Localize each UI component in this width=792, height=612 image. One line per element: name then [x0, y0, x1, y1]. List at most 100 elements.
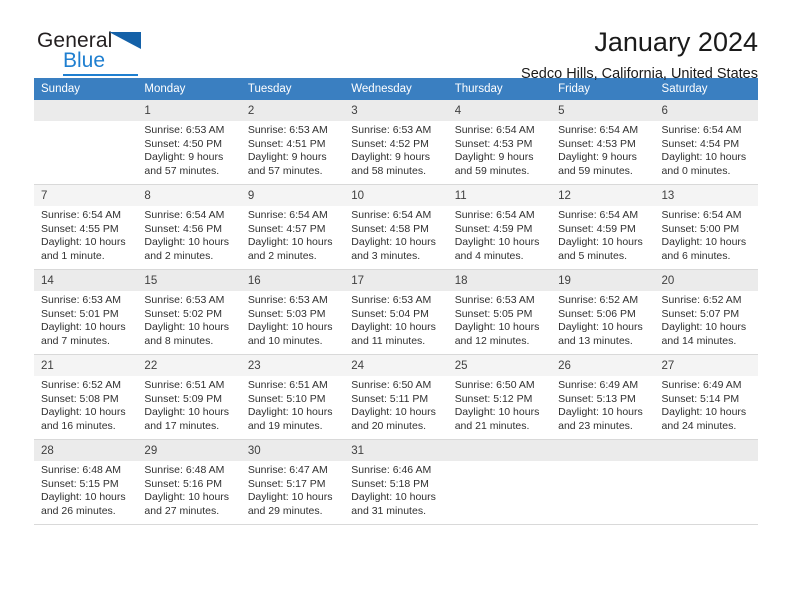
- sunset-text: Sunset: 5:13 PM: [558, 392, 636, 405]
- sunset-text: Sunset: 4:53 PM: [454, 137, 533, 150]
- day-details: Sunrise: 6:54 AM Sunset: 4:56 PM Daylight:…: [137, 206, 240, 263]
- calendar-day-cell[interactable]: 15 Sunrise: 6:53 AM Sunset: 5:02 PM Dayligh…: [137, 269, 241, 355]
- sunrise-text: Sunrise: 6:54 AM: [454, 209, 535, 221]
- day-number: 6: [654, 100, 758, 121]
- calendar-day-cell[interactable]: 10 Sunrise: 6:54 AM Sunset: 4:58 PM Dayligh…: [344, 184, 448, 270]
- day-cell-content: 24 Sunrise: 6:50 AM Sunset: 5:11 PM Dayligh…: [344, 355, 448, 439]
- calendar-day-cell[interactable]: 5 Sunrise: 6:54 AM Sunset: 4:53 PM Daylight…: [551, 100, 655, 185]
- day-details: Sunrise: 6:52 AM Sunset: 5:06 PM Daylight:…: [551, 291, 654, 348]
- day-cell-content: 27 Sunrise: 6:49 AM Sunset: 5:14 PM Dayligh…: [654, 355, 758, 439]
- calendar-day-cell[interactable]: 19 Sunrise: 6:52 AM Sunset: 5:06 PM Dayligh…: [551, 269, 655, 355]
- weekday-header-tuesday: Tuesday: [240, 78, 345, 100]
- daylight-text-line1: Daylight: 9 hours: [247, 151, 327, 164]
- day-cell-content: 23 Sunrise: 6:51 AM Sunset: 5:10 PM Dayligh…: [240, 355, 345, 439]
- daylight-text-line1: Daylight: 10 hours: [144, 406, 230, 419]
- day-cell-content: 25 Sunrise: 6:50 AM Sunset: 5:12 PM Dayligh…: [447, 355, 552, 439]
- calendar-day-cell[interactable]: 2 Sunrise: 6:53 AM Sunset: 4:51 PM Daylight…: [240, 100, 345, 185]
- day-details: Sunrise: 6:48 AM Sunset: 5:16 PM Daylight:…: [137, 461, 240, 518]
- calendar-day-cell[interactable]: 13 Sunrise: 6:54 AM Sunset: 5:00 PM Dayligh…: [654, 184, 758, 270]
- sunset-text: Sunset: 5:06 PM: [558, 307, 636, 320]
- day-number: 26: [551, 355, 655, 376]
- day-number: 30: [240, 440, 345, 461]
- calendar-day-cell[interactable]: 12 Sunrise: 6:54 AM Sunset: 4:59 PM Dayligh…: [551, 184, 655, 270]
- sunset-text: Sunset: 5:11 PM: [351, 392, 429, 405]
- daylight-text-line2: and 27 minutes.: [144, 504, 220, 517]
- calendar-day-cell[interactable]: 30 Sunrise: 6:47 AM Sunset: 5:17 PM Dayligh…: [240, 439, 345, 525]
- calendar-day-cell[interactable]: 27 Sunrise: 6:49 AM Sunset: 5:14 PM Dayligh…: [654, 354, 758, 440]
- day-cell-content: 22 Sunrise: 6:51 AM Sunset: 5:09 PM Dayligh…: [137, 355, 241, 439]
- calendar-day-cell[interactable]: 7 Sunrise: 6:54 AM Sunset: 4:55 PM Daylight…: [34, 184, 138, 270]
- daylight-text-line1: Daylight: 10 hours: [454, 236, 540, 249]
- calendar-day-cell: [654, 439, 758, 525]
- calendar-day-cell[interactable]: 17 Sunrise: 6:53 AM Sunset: 5:04 PM Dayligh…: [344, 269, 448, 355]
- calendar-day-cell[interactable]: 26 Sunrise: 6:49 AM Sunset: 5:13 PM Dayligh…: [551, 354, 655, 440]
- sunset-text: Sunset: 4:55 PM: [41, 222, 119, 235]
- daylight-text-line2: and 31 minutes.: [351, 504, 426, 517]
- day-number: [654, 440, 758, 461]
- day-number: 2: [240, 100, 345, 121]
- calendar-day-cell[interactable]: 9 Sunrise: 6:54 AM Sunset: 4:57 PM Daylight…: [240, 184, 345, 270]
- calendar-day-cell[interactable]: 18 Sunrise: 6:53 AM Sunset: 5:05 PM Dayligh…: [447, 269, 552, 355]
- calendar-day-cell: [34, 100, 138, 185]
- day-details: Sunrise: 6:53 AM Sunset: 5:03 PM Daylight:…: [241, 291, 344, 348]
- sunrise-text: Sunrise: 6:54 AM: [454, 124, 535, 136]
- calendar-day-cell[interactable]: 11 Sunrise: 6:54 AM Sunset: 4:59 PM Dayligh…: [447, 184, 552, 270]
- calendar-day-cell[interactable]: 4 Sunrise: 6:54 AM Sunset: 4:53 PM Daylight…: [447, 100, 552, 185]
- sunset-text: Sunset: 4:59 PM: [454, 222, 533, 235]
- page-subtitle: Sedco Hills, California, United States: [521, 66, 758, 82]
- day-cell-content: 8 Sunrise: 6:54 AM Sunset: 4:56 PM Daylight…: [137, 185, 241, 269]
- daylight-text-line2: and 16 minutes.: [41, 419, 116, 432]
- general-blue-logo[interactable]: General Blue: [37, 29, 157, 77]
- day-number: 1: [137, 100, 241, 121]
- calendar-day-cell[interactable]: 29 Sunrise: 6:48 AM Sunset: 5:16 PM Dayligh…: [137, 439, 241, 525]
- day-details: Sunrise: 6:52 AM Sunset: 5:08 PM Daylight:…: [34, 376, 137, 433]
- daylight-text-line1: Daylight: 10 hours: [454, 406, 540, 419]
- daylight-text-line1: Daylight: 10 hours: [247, 491, 333, 504]
- day-number: 7: [34, 185, 138, 206]
- sunset-text: Sunset: 5:07 PM: [661, 307, 740, 320]
- daylight-text-line2: and 7 minutes.: [41, 334, 110, 347]
- daylight-text-line2: and 57 minutes.: [144, 164, 220, 177]
- daylight-text-line1: Daylight: 10 hours: [351, 491, 436, 504]
- sunset-text: Sunset: 4:51 PM: [247, 137, 326, 150]
- day-number: 18: [447, 270, 552, 291]
- day-details: Sunrise: 6:53 AM Sunset: 5:01 PM Daylight:…: [34, 291, 137, 348]
- calendar-day-cell[interactable]: 22 Sunrise: 6:51 AM Sunset: 5:09 PM Dayligh…: [137, 354, 241, 440]
- daylight-text-line2: and 58 minutes.: [351, 164, 426, 177]
- sunset-text: Sunset: 5:03 PM: [247, 307, 326, 320]
- day-cell-content: 26 Sunrise: 6:49 AM Sunset: 5:13 PM Dayligh…: [551, 355, 655, 439]
- day-details: Sunrise: 6:49 AM Sunset: 5:14 PM Daylight:…: [655, 376, 758, 433]
- calendar-day-cell[interactable]: 23 Sunrise: 6:51 AM Sunset: 5:10 PM Dayligh…: [240, 354, 345, 440]
- day-cell-content: 5 Sunrise: 6:54 AM Sunset: 4:53 PM Daylight…: [551, 100, 655, 184]
- calendar-day-cell[interactable]: 28 Sunrise: 6:48 AM Sunset: 5:15 PM Dayligh…: [34, 439, 138, 525]
- day-details: Sunrise: 6:54 AM Sunset: 4:55 PM Daylight:…: [34, 206, 137, 263]
- calendar-day-cell[interactable]: 6 Sunrise: 6:54 AM Sunset: 4:54 PM Daylight…: [654, 100, 758, 185]
- sunset-text: Sunset: 5:16 PM: [144, 477, 223, 490]
- daylight-text-line2: and 3 minutes.: [351, 249, 421, 262]
- daylight-text-line1: Daylight: 10 hours: [247, 406, 333, 419]
- calendar-day-cell[interactable]: 31 Sunrise: 6:46 AM Sunset: 5:18 PM Dayligh…: [344, 439, 448, 525]
- page-title: January 2024: [594, 27, 758, 57]
- calendar-day-cell[interactable]: 1 Sunrise: 6:53 AM Sunset: 4:50 PM Daylight…: [137, 100, 241, 185]
- daylight-text-line1: Daylight: 10 hours: [41, 321, 126, 334]
- calendar-day-cell[interactable]: 21 Sunrise: 6:52 AM Sunset: 5:08 PM Dayligh…: [34, 354, 138, 440]
- day-cell-content: 2 Sunrise: 6:53 AM Sunset: 4:51 PM Daylight…: [240, 100, 345, 184]
- calendar-day-cell[interactable]: 3 Sunrise: 6:53 AM Sunset: 4:52 PM Daylight…: [344, 100, 448, 185]
- page-header: General Blue January 2024 Sedco Hills, C…: [34, 0, 758, 82]
- calendar-day-cell[interactable]: 24 Sunrise: 6:50 AM Sunset: 5:11 PM Dayligh…: [344, 354, 448, 440]
- day-cell-content: 11 Sunrise: 6:54 AM Sunset: 4:59 PM Dayligh…: [447, 185, 552, 269]
- calendar-day-cell[interactable]: 20 Sunrise: 6:52 AM Sunset: 5:07 PM Dayligh…: [654, 269, 758, 355]
- calendar-day-cell[interactable]: 16 Sunrise: 6:53 AM Sunset: 5:03 PM Dayligh…: [240, 269, 345, 355]
- calendar-day-cell[interactable]: 25 Sunrise: 6:50 AM Sunset: 5:12 PM Dayligh…: [447, 354, 552, 440]
- daylight-text-line1: Daylight: 9 hours: [144, 151, 224, 164]
- sunset-text: Sunset: 5:09 PM: [144, 392, 223, 405]
- day-cell-content: [447, 440, 552, 524]
- sunrise-text: Sunrise: 6:53 AM: [247, 294, 328, 306]
- sunset-text: Sunset: 4:50 PM: [144, 137, 223, 150]
- calendar-day-cell[interactable]: 14 Sunrise: 6:53 AM Sunset: 5:01 PM Dayligh…: [34, 269, 138, 355]
- brand-underline: [63, 74, 138, 76]
- day-number: 21: [34, 355, 138, 376]
- calendar-day-cell[interactable]: 8 Sunrise: 6:54 AM Sunset: 4:56 PM Daylight…: [137, 184, 241, 270]
- day-cell-content: [654, 440, 758, 524]
- day-details: Sunrise: 6:54 AM Sunset: 4:53 PM Daylight:…: [551, 121, 654, 178]
